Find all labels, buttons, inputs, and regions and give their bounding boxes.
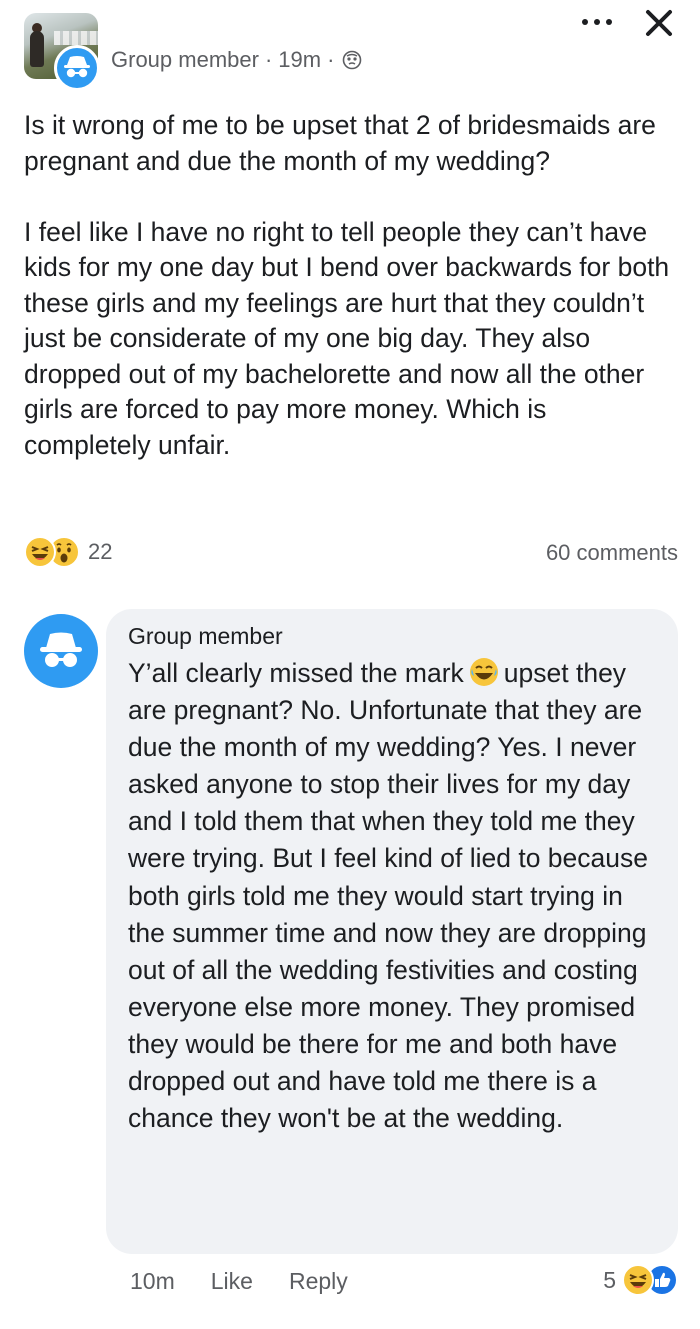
reaction-count: 22 bbox=[88, 539, 113, 564]
meta-separator: · bbox=[327, 47, 335, 72]
haha-reaction-icon bbox=[24, 536, 56, 568]
comment-time: 10m bbox=[130, 1268, 175, 1294]
privacy-icon bbox=[343, 50, 362, 70]
comment-actions: 10m Like Reply bbox=[130, 1268, 348, 1295]
post-author[interactable]: Group member bbox=[111, 47, 259, 73]
post-time[interactable]: 19m bbox=[278, 47, 321, 73]
post-paragraph: Is it wrong of me to be upset that 2 of … bbox=[24, 110, 656, 176]
comments-count[interactable]: 60 comments bbox=[546, 540, 678, 566]
more-options-icon[interactable] bbox=[582, 10, 612, 34]
anonymous-member-icon[interactable] bbox=[24, 614, 98, 688]
comment-text: Y’all clearly missed the mark upset they… bbox=[128, 655, 658, 1137]
post-paragraph: I feel like I have no right to tell peop… bbox=[24, 216, 670, 460]
meta-separator: · bbox=[264, 47, 273, 72]
post-meta: Group member · 19m · bbox=[111, 47, 362, 73]
comment-author[interactable]: Group member bbox=[128, 623, 283, 650]
reply-button[interactable]: Reply bbox=[289, 1268, 348, 1295]
comment-text-part: Y’all clearly missed the mark bbox=[128, 658, 464, 688]
close-icon[interactable] bbox=[640, 4, 678, 42]
comment-reactions[interactable]: 5 bbox=[603, 1264, 678, 1296]
laughing-tears-emoji-icon bbox=[468, 656, 500, 688]
comment-text-part: upset they are pregnant? No. Unfortunate… bbox=[128, 658, 648, 1134]
like-button[interactable]: Like bbox=[211, 1268, 253, 1295]
haha-reaction-icon bbox=[622, 1264, 654, 1296]
comment-bubble: Group member Y’all clearly missed the ma… bbox=[106, 609, 678, 1254]
comment-reaction-count: 5 bbox=[603, 1266, 616, 1293]
anonymous-member-icon[interactable] bbox=[54, 45, 100, 91]
post-reactions[interactable]: 22 bbox=[24, 536, 112, 568]
post-body: Is it wrong of me to be upset that 2 of … bbox=[24, 108, 680, 463]
post-header: Group member · 19m · bbox=[0, 0, 700, 100]
